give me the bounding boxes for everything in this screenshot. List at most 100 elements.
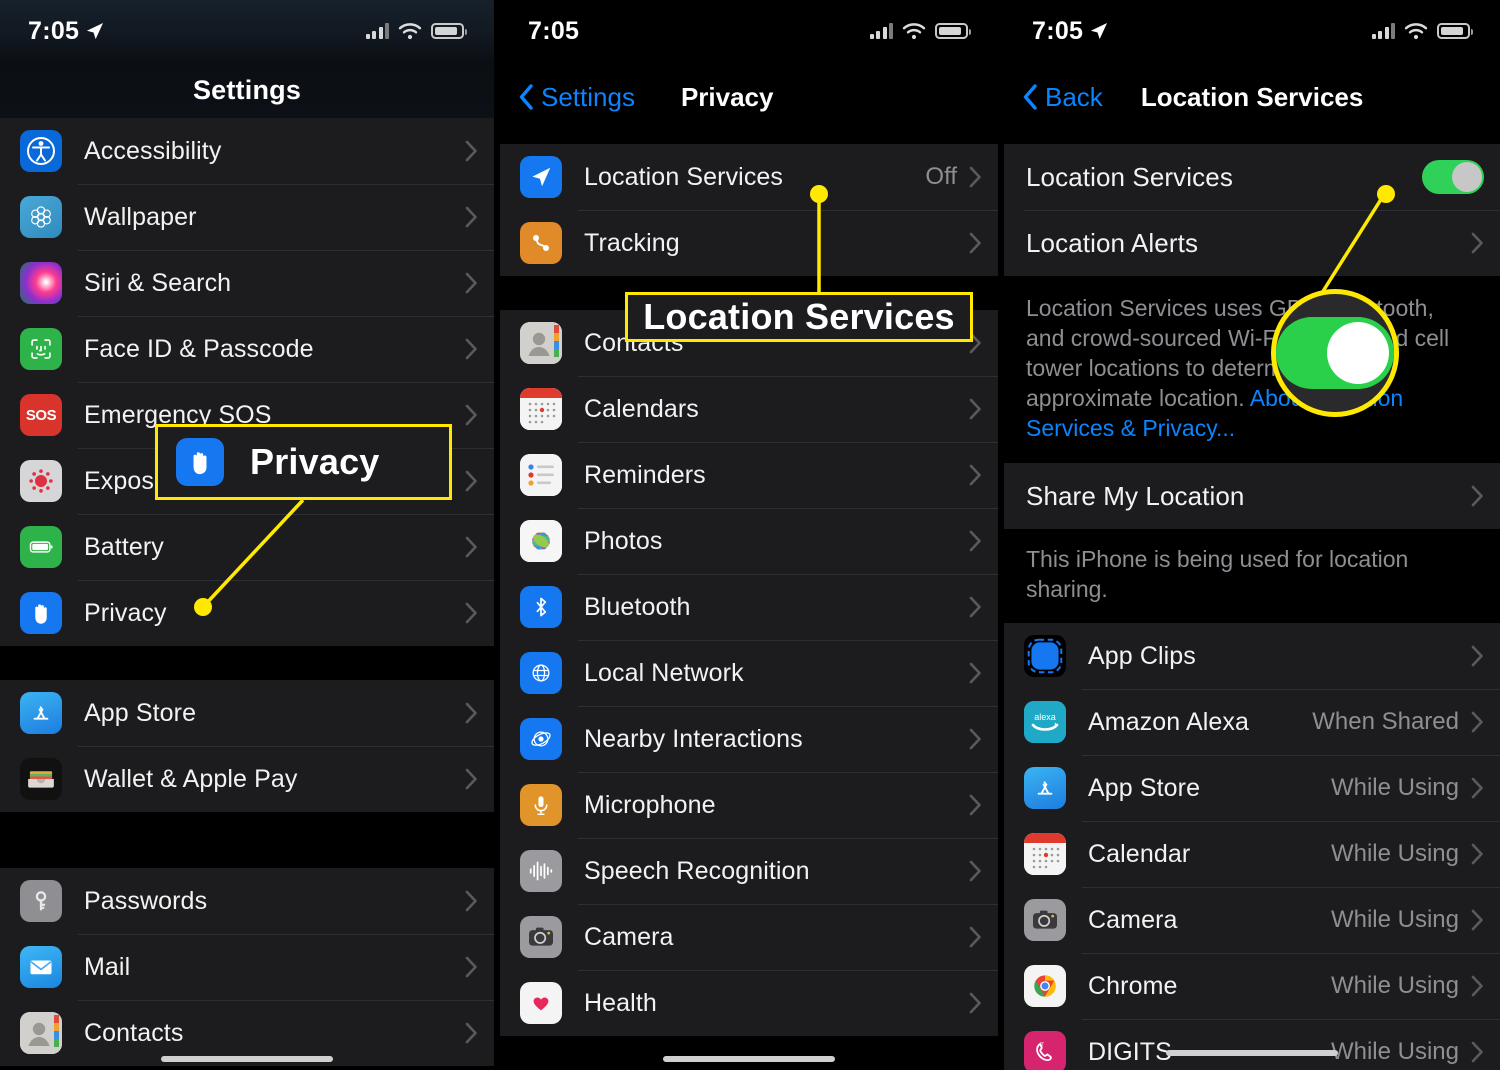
sidebar-item-wallpaper[interactable]: Wallpaper	[0, 184, 494, 250]
location-services-toggle[interactable]	[1422, 160, 1484, 194]
chevron-right-icon	[465, 890, 478, 912]
status-bar: 7:05	[0, 0, 494, 62]
status-time: 7:05	[528, 16, 580, 45]
chevron-right-icon	[969, 530, 982, 552]
app-row-calendar[interactable]: Calendar While Using	[1004, 821, 1500, 887]
sidebar-item-siri-search[interactable]: Siri & Search	[0, 250, 494, 316]
sidebar-item-label: Privacy	[84, 598, 167, 627]
list-item-label: Photos	[584, 526, 663, 555]
accessibility-icon	[20, 130, 62, 172]
list-item-microphone[interactable]: Microphone	[500, 772, 998, 838]
list-item-reminders[interactable]: Reminders	[500, 442, 998, 508]
appstore-icon	[20, 692, 62, 734]
chevron-right-icon	[1471, 711, 1484, 733]
back-button[interactable]: Back	[1004, 82, 1103, 113]
tracking-icon	[520, 222, 562, 264]
list-item-label: Camera	[584, 922, 674, 951]
screenshot-stage: 7:05 Settings Accessibility Wallpaper Si…	[0, 0, 1500, 1070]
app-row-amazon-alexa[interactable]: alexa Amazon Alexa When Shared	[1004, 689, 1500, 755]
sidebar-item-app-store[interactable]: App Store	[0, 680, 494, 746]
list-item-label: Contacts	[584, 328, 684, 357]
sidebar-item-face-id-passcode[interactable]: Face ID & Passcode	[0, 316, 494, 382]
list-item-label: Nearby Interactions	[584, 724, 803, 753]
app-label: Camera	[1088, 905, 1178, 934]
status-bar-left: 7:05	[528, 17, 579, 46]
home-indicator	[1166, 1050, 1338, 1056]
chevron-right-icon	[1471, 1041, 1484, 1063]
sidebar-item-label: Battery	[84, 532, 164, 561]
chevron-right-icon	[465, 702, 478, 724]
chevron-right-icon	[465, 536, 478, 558]
cellular-bars-icon	[365, 23, 389, 39]
chevron-right-icon	[969, 166, 982, 188]
chrome-icon	[1024, 965, 1066, 1008]
list-item-photos[interactable]: Photos	[500, 508, 998, 574]
app-permission-value: While Using	[1330, 1038, 1459, 1066]
sidebar-item-passwords[interactable]: Passwords	[0, 868, 494, 934]
app-row-app-store[interactable]: App Store While Using	[1004, 755, 1500, 821]
sidebar-item-privacy[interactable]: Privacy	[0, 580, 494, 646]
location-toggle-group: Location Services Location Alerts	[1004, 144, 1500, 276]
sidebar-item-exposure-notifications[interactable]: Exposure Notifications	[0, 448, 494, 514]
chevron-right-icon	[465, 272, 478, 294]
settings-group-2: App Store Wallet & Apple Pay	[0, 680, 494, 812]
list-item-value: Off	[925, 163, 957, 190]
privacy-group-1: Location Services Off Tracking	[500, 144, 998, 276]
list-item-calendars[interactable]: Calendars	[500, 376, 998, 442]
sidebar-item-label: Accessibility	[84, 136, 222, 165]
app-permissions-group: App Clips alexa Amazon Alexa When Shared	[1004, 623, 1500, 1070]
list-item-tracking[interactable]: Tracking	[500, 210, 998, 276]
app-row-app-clips[interactable]: App Clips	[1004, 623, 1500, 689]
share-my-location-row[interactable]: Share My Location	[1004, 463, 1500, 529]
location-services-toggle-row[interactable]: Location Services	[1004, 144, 1500, 210]
chevron-right-icon	[465, 470, 478, 492]
chevron-right-icon	[969, 728, 982, 750]
back-button-label: Back	[1045, 81, 1103, 112]
home-indicator	[663, 1056, 835, 1062]
group-spacer	[0, 646, 494, 680]
chevron-right-icon	[969, 464, 982, 486]
list-item-contacts[interactable]: Contacts	[500, 310, 998, 376]
row-label: Location Services	[1026, 161, 1233, 192]
photos-icon	[520, 520, 562, 562]
local-network-icon	[520, 652, 562, 694]
settings-navbar: Settings	[0, 62, 494, 118]
faceid-icon	[20, 328, 62, 370]
app-permission-value: When Shared	[1312, 708, 1459, 736]
list-item-location-services[interactable]: Location Services Off	[500, 144, 998, 210]
sidebar-item-mail[interactable]: Mail	[0, 934, 494, 1000]
back-button[interactable]: Settings	[500, 82, 635, 113]
list-item-camera[interactable]: Camera	[500, 904, 998, 970]
list-item-bluetooth[interactable]: Bluetooth	[500, 574, 998, 640]
location-alerts-row[interactable]: Location Alerts	[1004, 210, 1500, 276]
chevron-right-icon	[465, 768, 478, 790]
list-item-speech-recognition[interactable]: Speech Recognition	[500, 838, 998, 904]
app-row-camera[interactable]: Camera While Using	[1004, 887, 1500, 953]
sidebar-item-wallet-apple-pay[interactable]: Wallet & Apple Pay	[0, 746, 494, 812]
camera-icon	[520, 916, 562, 958]
chevron-right-icon	[465, 602, 478, 624]
speech-recognition-icon	[520, 850, 562, 892]
sidebar-item-emergency-sos[interactable]: SOS Emergency SOS	[0, 382, 494, 448]
sidebar-item-accessibility[interactable]: Accessibility	[0, 118, 494, 184]
location-navbar: Back Location Services	[1004, 62, 1500, 132]
app-label: Chrome	[1088, 971, 1178, 1000]
chevron-right-icon	[465, 338, 478, 360]
app-row-digits[interactable]: T DIGITS While Using	[1004, 1019, 1500, 1070]
row-label: Share My Location	[1026, 480, 1245, 511]
sidebar-item-battery[interactable]: Battery	[0, 514, 494, 580]
home-indicator	[161, 1056, 333, 1062]
list-item-local-network[interactable]: Local Network	[500, 640, 998, 706]
siri-icon	[20, 262, 62, 304]
appstore-icon	[1024, 767, 1066, 810]
privacy-group-2: Contacts Calendars Reminders Photos Blue…	[500, 310, 998, 1036]
battery-settings-icon	[20, 526, 62, 568]
list-item-label: Speech Recognition	[584, 856, 810, 885]
list-item-nearby-interactions[interactable]: Nearby Interactions	[500, 706, 998, 772]
list-item-health[interactable]: Health	[500, 970, 998, 1036]
sidebar-item-label: App Store	[84, 698, 197, 727]
back-button-label: Settings	[541, 81, 635, 112]
sidebar-item-label: Face ID & Passcode	[84, 334, 314, 363]
calendar-icon	[520, 388, 562, 430]
app-row-chrome[interactable]: Chrome While Using	[1004, 953, 1500, 1019]
